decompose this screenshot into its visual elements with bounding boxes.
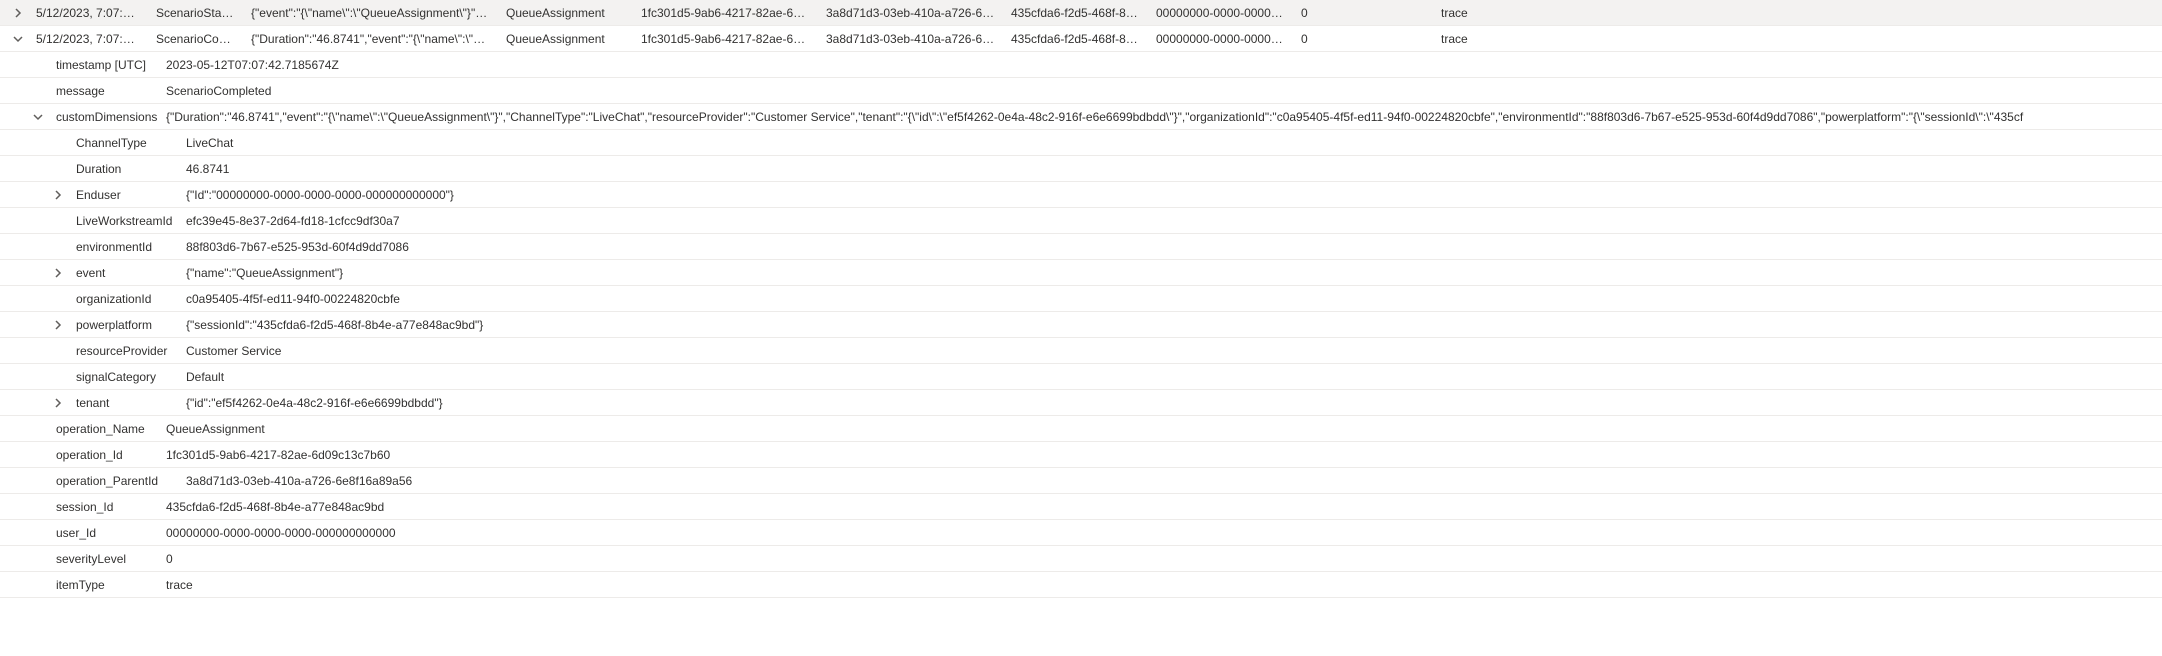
detail-row-operation-name: operation_Name QueueAssignment	[0, 416, 2162, 442]
detail-row-environmentid: environmentId 88f803d6-7b67-e525-953d-60…	[0, 234, 2162, 260]
detail-value: {"id":"ef5f4262-0e4a-48c2-916f-e6e6699bd…	[178, 396, 2162, 410]
detail-value: Default	[178, 370, 2162, 384]
cell-operation-name: QueueAssignment	[498, 6, 633, 20]
detail-value: 2023-05-12T07:07:42.7185674Z	[158, 58, 2162, 72]
detail-value: 435cfda6-f2d5-468f-8b4e-a77e848ac9bd	[158, 500, 2162, 514]
cell-session-id: 435cfda6-f2d5-468f-8b4e-a77...	[1003, 32, 1148, 46]
detail-label: severityLevel	[48, 552, 158, 566]
detail-row-event[interactable]: event {"name":"QueueAssignment"}	[0, 260, 2162, 286]
table-row[interactable]: 5/12/2023, 7:07:42.718 A... ScenarioComp…	[0, 26, 2162, 52]
detail-row-user-id: user_Id 00000000-0000-0000-0000-00000000…	[0, 520, 2162, 546]
detail-row-tenant[interactable]: tenant {"id":"ef5f4262-0e4a-48c2-916f-e6…	[0, 390, 2162, 416]
cell-message: ScenarioCompleted	[148, 32, 243, 46]
cell-timestamp: 5/12/2023, 7:07:42.671 AM	[28, 6, 148, 20]
detail-row-channeltype: ChannelType LiveChat	[0, 130, 2162, 156]
expand-icon[interactable]	[8, 8, 28, 18]
collapse-icon[interactable]	[8, 34, 28, 44]
detail-row-operation-parentid: operation_ParentId 3a8d71d3-03eb-410a-a7…	[0, 468, 2162, 494]
detail-label: user_Id	[48, 526, 158, 540]
expand-icon[interactable]	[48, 398, 68, 408]
detail-label: environmentId	[68, 240, 178, 254]
detail-value: LiveChat	[178, 136, 2162, 150]
cell-operation-name: QueueAssignment	[498, 32, 633, 46]
detail-value: {"Id":"00000000-0000-0000-0000-000000000…	[178, 188, 2162, 202]
detail-value: c0a95405-4f5f-ed11-94f0-00224820cbfe	[178, 292, 2162, 306]
detail-label: operation_Name	[48, 422, 158, 436]
expand-icon[interactable]	[48, 190, 68, 200]
detail-label: resourceProvider	[68, 344, 178, 358]
detail-label: message	[48, 84, 158, 98]
cell-itemtype: trace	[1433, 32, 1513, 46]
detail-label: session_Id	[48, 500, 158, 514]
detail-label: organizationId	[68, 292, 178, 306]
table-row[interactable]: 5/12/2023, 7:07:42.671 AM ScenarioStarte…	[0, 0, 2162, 26]
detail-label: LiveWorkstreamId	[68, 214, 178, 228]
detail-label: ChannelType	[68, 136, 178, 150]
cell-user-id: 00000000-0000-0000-0000-00...	[1148, 32, 1293, 46]
detail-value: {"sessionId":"435cfda6-f2d5-468f-8b4e-a7…	[178, 318, 2162, 332]
detail-value: 3a8d71d3-03eb-410a-a726-6e8f16a89a56	[178, 474, 2162, 488]
cell-message: ScenarioStarted	[148, 6, 243, 20]
detail-label: tenant	[68, 396, 178, 410]
detail-row-powerplatform[interactable]: powerplatform {"sessionId":"435cfda6-f2d…	[0, 312, 2162, 338]
cell-details: {"Duration":"46.8741","event":"{\"name\"…	[243, 32, 498, 46]
cell-itemtype: trace	[1433, 6, 1513, 20]
detail-label: Enduser	[68, 188, 178, 202]
detail-value: QueueAssignment	[158, 422, 2162, 436]
detail-value: 1fc301d5-9ab6-4217-82ae-6d09c13c7b60	[158, 448, 2162, 462]
detail-label: timestamp [UTC]	[48, 58, 158, 72]
expand-icon[interactable]	[48, 268, 68, 278]
cell-operation-id: 1fc301d5-9ab6-4217-82ae-6d09c13c7b60	[633, 32, 818, 46]
collapse-icon[interactable]	[28, 112, 48, 122]
expand-icon[interactable]	[48, 320, 68, 330]
detail-row-enduser[interactable]: Enduser {"Id":"00000000-0000-0000-0000-0…	[0, 182, 2162, 208]
detail-row-message: message ScenarioCompleted	[0, 78, 2162, 104]
cell-session-id: 435cfda6-f2d5-468f-8b4e-a77...	[1003, 6, 1148, 20]
detail-label: itemType	[48, 578, 158, 592]
cell-severity: 0	[1293, 32, 1433, 46]
detail-row-duration: Duration 46.8741	[0, 156, 2162, 182]
cell-user-id: 00000000-0000-0000-0000-00...	[1148, 6, 1293, 20]
detail-row-severitylevel: severityLevel 0	[0, 546, 2162, 572]
detail-value: Customer Service	[178, 344, 2162, 358]
detail-label: powerplatform	[68, 318, 178, 332]
detail-label: signalCategory	[68, 370, 178, 384]
detail-value: {"name":"QueueAssignment"}	[178, 266, 2162, 280]
detail-value: 46.8741	[178, 162, 2162, 176]
detail-label: operation_Id	[48, 448, 158, 462]
detail-row-itemtype: itemType trace	[0, 572, 2162, 598]
detail-value: trace	[158, 578, 2162, 592]
cell-operation-parentid: 3a8d71d3-03eb-410a-a726-6e8f16a89a56	[818, 32, 1003, 46]
detail-value: efc39e45-8e37-2d64-fd18-1cfcc9df30a7	[178, 214, 2162, 228]
detail-label: operation_ParentId	[48, 474, 178, 488]
cell-timestamp: 5/12/2023, 7:07:42.718 A...	[28, 32, 148, 46]
detail-row-operation-id: operation_Id 1fc301d5-9ab6-4217-82ae-6d0…	[0, 442, 2162, 468]
detail-label: customDimensions	[48, 110, 158, 124]
detail-label: event	[68, 266, 178, 280]
detail-row-liveworkstreamid: LiveWorkstreamId efc39e45-8e37-2d64-fd18…	[0, 208, 2162, 234]
detail-value: 00000000-0000-0000-0000-000000000000	[158, 526, 2162, 540]
cell-severity: 0	[1293, 6, 1433, 20]
detail-value: {"Duration":"46.8741","event":"{\"name\"…	[158, 110, 2162, 124]
detail-value: 0	[158, 552, 2162, 566]
detail-value: 88f803d6-7b67-e525-953d-60f4d9dd7086	[178, 240, 2162, 254]
detail-label: Duration	[68, 162, 178, 176]
detail-row-timestamp: timestamp [UTC] 2023-05-12T07:07:42.7185…	[0, 52, 2162, 78]
detail-row-organizationid: organizationId c0a95405-4f5f-ed11-94f0-0…	[0, 286, 2162, 312]
detail-row-signalcategory: signalCategory Default	[0, 364, 2162, 390]
cell-operation-id: 1fc301d5-9ab6-4217-82ae-6d09c13c7b60	[633, 6, 818, 20]
cell-operation-parentid: 3a8d71d3-03eb-410a-a726-6e8f16a89a56	[818, 6, 1003, 20]
detail-row-session-id: session_Id 435cfda6-f2d5-468f-8b4e-a77e8…	[0, 494, 2162, 520]
detail-value: ScenarioCompleted	[158, 84, 2162, 98]
cell-details: {"event":"{\"name\":\"QueueAssignment\"}…	[243, 6, 498, 20]
detail-row-resourceprovider: resourceProvider Customer Service	[0, 338, 2162, 364]
detail-row-customdimensions[interactable]: customDimensions {"Duration":"46.8741","…	[0, 104, 2162, 130]
